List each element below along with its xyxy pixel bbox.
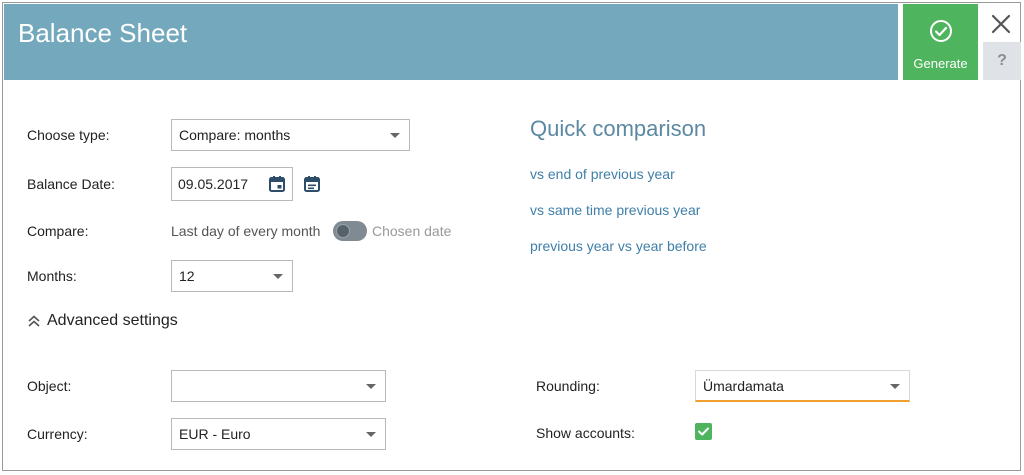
chevron-down-icon	[890, 384, 900, 389]
balance-date-label: Balance Date:	[27, 176, 115, 192]
compare-toggle[interactable]	[333, 221, 367, 241]
help-button[interactable]: ?	[983, 42, 1021, 80]
calendar-list-icon[interactable]	[303, 175, 321, 193]
close-button[interactable]	[983, 6, 1019, 42]
chevron-down-icon	[366, 432, 376, 437]
show-accounts-checkbox[interactable]	[695, 423, 712, 440]
quick-link-prev-year-vs-before[interactable]: previous year vs year before	[530, 238, 707, 254]
object-label: Object:	[27, 378, 72, 394]
chevron-down-icon	[390, 133, 400, 138]
advanced-settings-label: Advanced settings	[47, 312, 178, 329]
currency-value: EUR - Euro	[179, 426, 251, 442]
quick-link-end-prev-year[interactable]: vs end of previous year	[530, 166, 675, 182]
months-select[interactable]: 12	[171, 260, 293, 292]
currency-select[interactable]: EUR - Euro	[171, 418, 386, 450]
currency-label: Currency:	[27, 426, 88, 442]
check-circle-icon	[930, 20, 952, 42]
rounding-select[interactable]: Ümardamata	[695, 370, 910, 402]
generate-button[interactable]: Generate	[903, 4, 978, 80]
toggle-knob	[336, 224, 350, 238]
advanced-settings-toggle[interactable]: Advanced settings	[27, 312, 178, 330]
balance-date-value: 09.05.2017	[178, 176, 249, 192]
object-select[interactable]	[171, 370, 386, 402]
dialog-header: Balance Sheet	[4, 4, 898, 80]
quick-link-same-time-prev-year[interactable]: vs same time previous year	[530, 202, 700, 218]
quick-comparison-title: Quick comparison	[530, 116, 707, 141]
compare-option-left: Last day of every month	[171, 223, 321, 239]
compare-label: Compare:	[27, 223, 89, 239]
calendar-icon[interactable]	[268, 175, 286, 193]
choose-type-select[interactable]: Compare: months	[171, 119, 410, 151]
double-chevron-up-icon	[28, 315, 40, 327]
rounding-label: Rounding:	[536, 378, 600, 394]
chevron-down-icon	[273, 274, 283, 279]
choose-type-value: Compare: months	[179, 127, 291, 143]
show-accounts-label: Show accounts:	[536, 425, 635, 441]
choose-type-label: Choose type:	[27, 127, 110, 143]
close-icon	[991, 14, 1011, 34]
months-value: 12	[179, 268, 195, 284]
compare-option-right: Chosen date	[372, 223, 452, 239]
check-icon	[698, 427, 709, 436]
rounding-value: Ümardamata	[703, 378, 784, 394]
page-title: Balance Sheet	[18, 18, 188, 48]
months-label: Months:	[27, 268, 77, 284]
chevron-down-icon	[366, 384, 376, 389]
generate-label: Generate	[913, 56, 968, 71]
